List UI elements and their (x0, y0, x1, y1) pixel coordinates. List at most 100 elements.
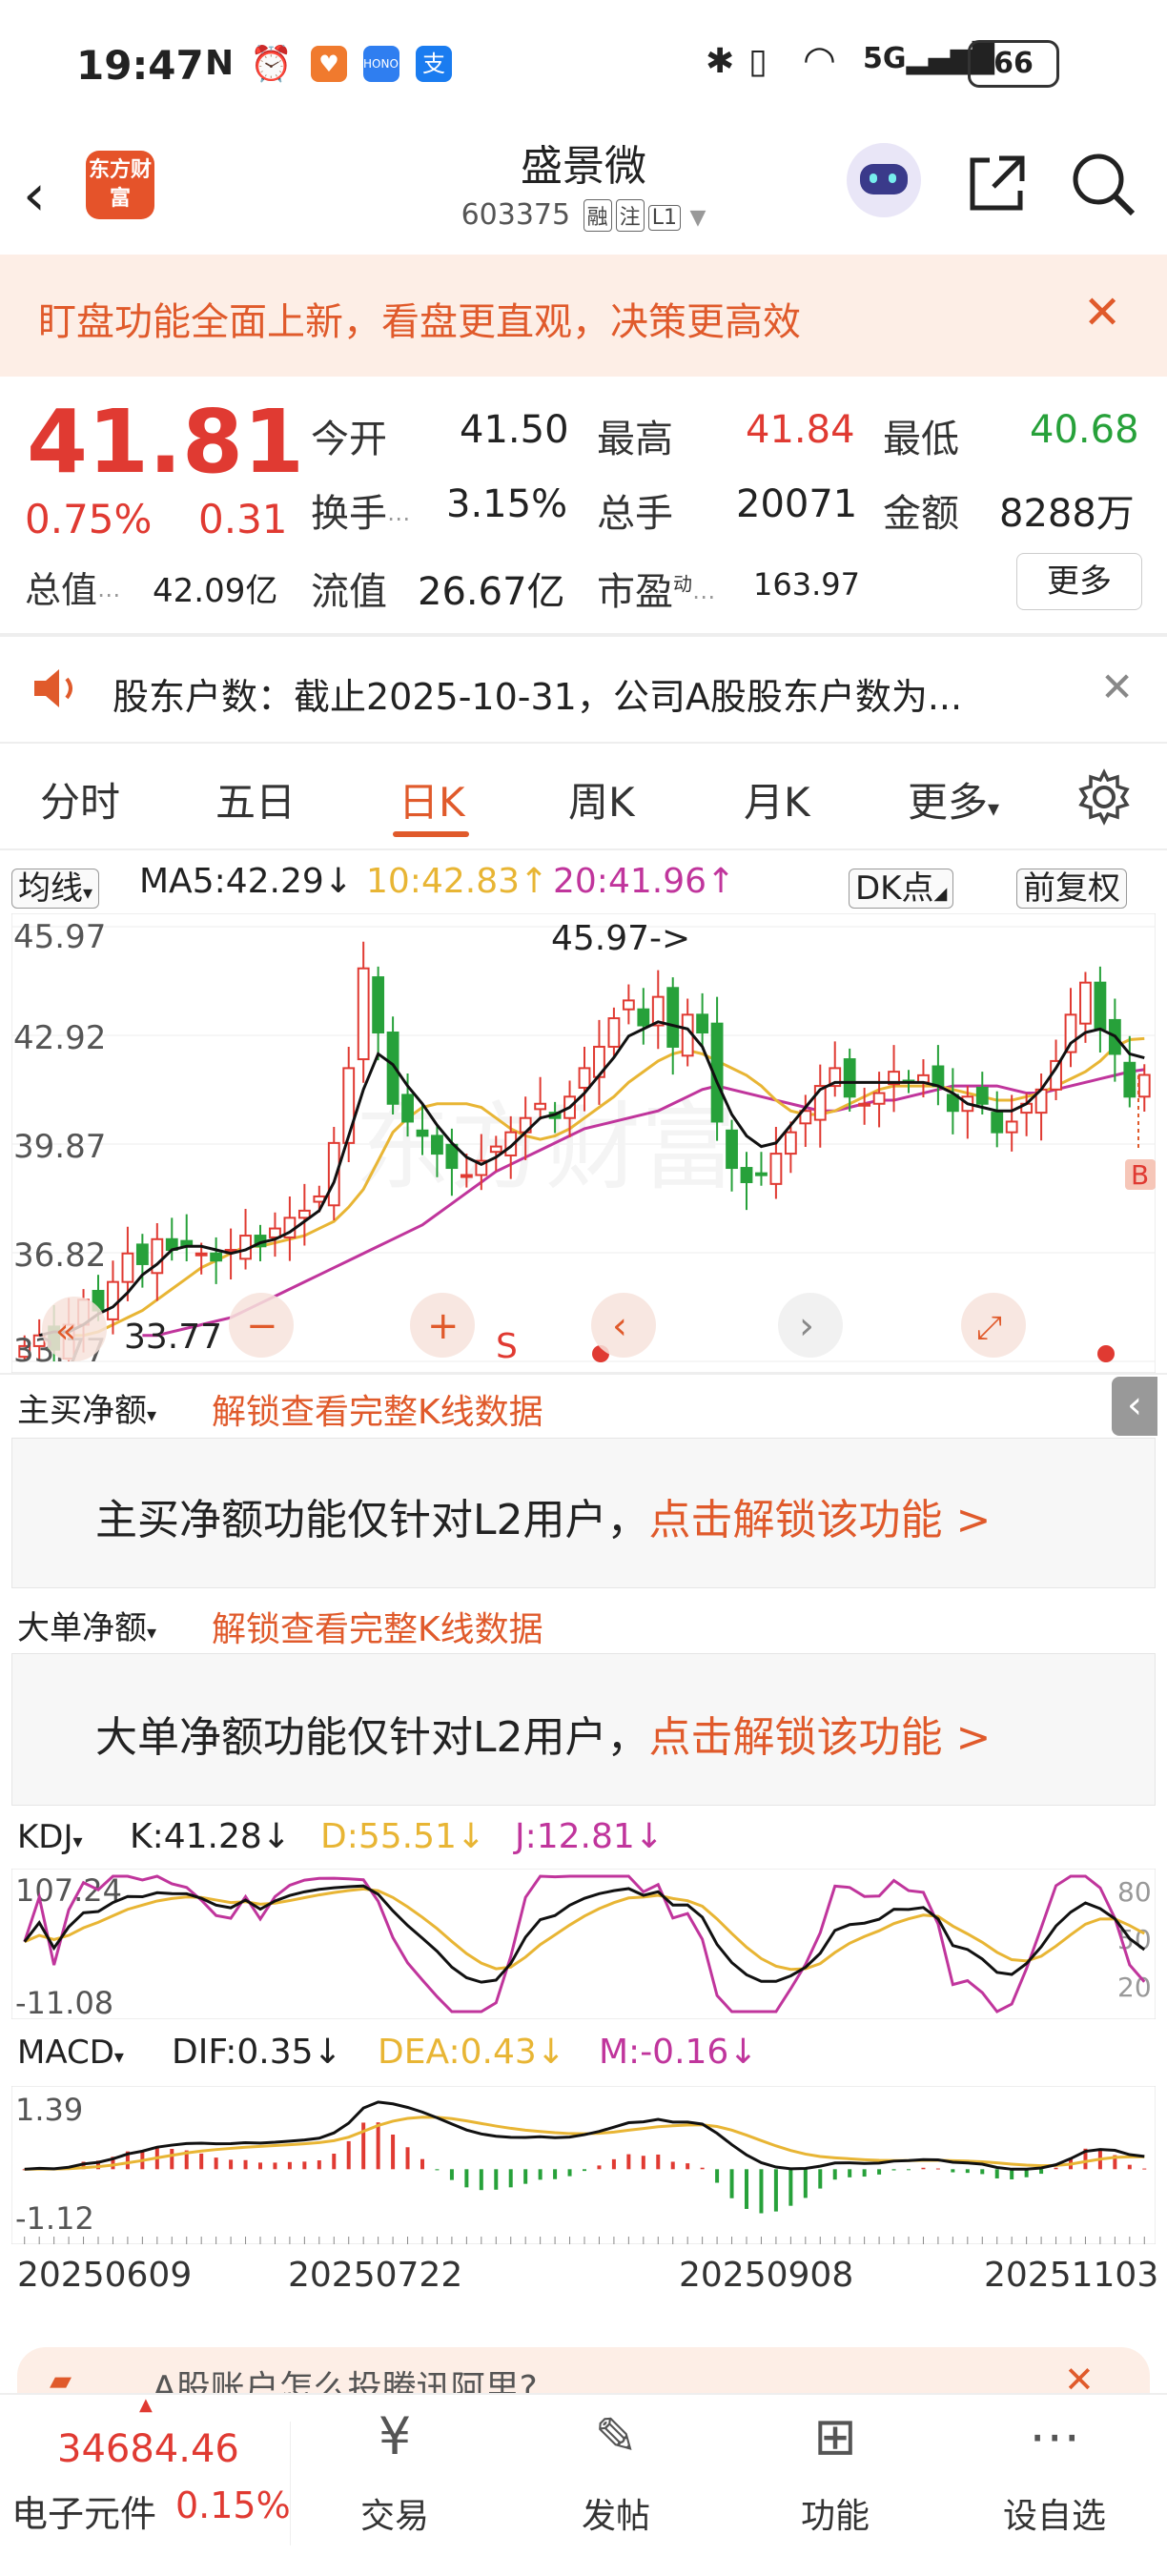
macd-top-label: 1.39 (15, 2092, 83, 2128)
volume-label: 总手 (597, 492, 673, 536)
dk-select[interactable]: DK点◢ (849, 862, 954, 909)
close-banner-icon[interactable]: ✕ (1083, 286, 1121, 339)
macd-bar (170, 2148, 174, 2170)
divider (0, 1373, 1167, 1375)
candle (135, 1243, 149, 1265)
high-value: 41.84 (746, 408, 855, 452)
macd-bar (538, 2169, 543, 2180)
search-icon[interactable] (1070, 151, 1138, 219)
macd-dea-value: DEA:0.43↓ (378, 2033, 565, 2072)
macd-bar (951, 2169, 955, 2173)
kline-chart[interactable]: 东方财富 45.9742.9239.8736.8233.77 45.97-> 3… (11, 913, 1156, 1373)
macd-bar (508, 2169, 513, 2188)
macd-bar (921, 2167, 926, 2170)
macd-bar (965, 2169, 970, 2174)
macd-bar (332, 2154, 337, 2170)
settings-gear-icon[interactable] (1075, 768, 1133, 826)
large-order-unlock-link[interactable]: 解锁查看完整K线数据 (212, 1602, 543, 1651)
macd-bar (243, 2159, 248, 2170)
close-notice-icon[interactable]: ✕ (1100, 664, 1134, 710)
large-order-unlock-button[interactable]: 点击解锁该功能 > (649, 1713, 992, 1762)
tab-more[interactable]: 更多▾ (908, 770, 999, 828)
nav-features[interactable]: 功能 (778, 2488, 892, 2538)
candle (991, 1112, 1004, 1134)
tab-five-day[interactable]: 五日 (215, 770, 296, 828)
side-panel-toggle[interactable]: ‹ (1112, 1377, 1157, 1436)
more-dots-icon[interactable]: ⋯ (1016, 2406, 1093, 2466)
pe-value: 163.97 (753, 566, 860, 603)
amount-value: 8288万 (999, 492, 1135, 536)
macd-bar (832, 2169, 837, 2180)
tab-daily-k[interactable]: 日K (399, 770, 465, 828)
notice-text: 股东户数：截止2025-10-31，公司A股股东户数为... (113, 676, 963, 718)
more-button[interactable]: 更多 (1016, 553, 1142, 610)
macd-bar (449, 2169, 454, 2180)
high-label: 最高 (597, 418, 673, 461)
tab-weekly-k[interactable]: 周K (568, 770, 635, 828)
macd-bar (420, 2158, 424, 2170)
candle (357, 967, 370, 1061)
candle (1094, 981, 1107, 1031)
macd-bar (583, 2169, 586, 2172)
main-buy-unlock-button[interactable]: 点击解锁该功能 > (649, 1496, 992, 1544)
candle (578, 1067, 591, 1089)
app-notify-icon: ♥ (311, 46, 347, 82)
macd-bar (803, 2169, 808, 2198)
macd-bar (494, 2169, 499, 2190)
macd-bar (994, 2169, 999, 2178)
nav-add-watchlist[interactable]: 设自选 (988, 2488, 1121, 2538)
candle (416, 1129, 429, 1137)
candle (121, 1252, 134, 1283)
macd-select[interactable]: MACD▾ (11, 2033, 130, 2072)
kdj-r3-label: 20 (1117, 1972, 1152, 2003)
macd-dif-value: DIF:0.35↓ (172, 2033, 342, 2072)
kdj-bottom-label: -11.08 (15, 1985, 113, 2019)
share-icon[interactable] (963, 151, 1030, 217)
divider (290, 2422, 291, 2545)
macd-bar (523, 2169, 528, 2184)
candle (1005, 1120, 1018, 1134)
macd-bar (729, 2169, 734, 2198)
nfc-icon: N (205, 44, 235, 83)
chevron-right-icon: › (799, 1304, 814, 1348)
banner-text: 盯盘功能全面上新，看盘更直观，决策更高效 (38, 300, 801, 344)
tab-intraday[interactable]: 分时 (40, 770, 120, 828)
large-order-select[interactable]: 大单净额▾ (11, 1602, 162, 1648)
kdj-top-label: 107.24 (15, 1872, 122, 1909)
macd-bar (980, 2169, 985, 2175)
candle (297, 1209, 311, 1219)
index-value[interactable]: 34684.46 (57, 2427, 239, 2471)
macd-bar (907, 2169, 911, 2171)
macd-bar (597, 2165, 602, 2170)
active-tab-indicator (393, 831, 469, 837)
macd-bar (479, 2169, 483, 2191)
candle (1079, 981, 1092, 1025)
candle (637, 1008, 650, 1027)
macd-bar (287, 2161, 292, 2170)
ma5-value: MA5:42.29↓ (139, 862, 353, 901)
tab-monthly-k[interactable]: 月K (744, 770, 810, 828)
turnover-label: 换手⋯ (311, 492, 410, 536)
macd-bar (1054, 2167, 1058, 2170)
nav-post[interactable]: 发帖 (559, 2488, 673, 2538)
macd-bar (567, 2169, 572, 2177)
candle (622, 999, 635, 1011)
assistant-robot-icon[interactable] (847, 143, 921, 217)
ma-select[interactable]: 均线▾ (11, 862, 100, 909)
index-name[interactable]: 电子元件 (11, 2484, 156, 2537)
kdj-chart[interactable]: 107.24 -11.08 80 50 20 (11, 1869, 1156, 2019)
adjust-select[interactable]: 前复权 (1016, 862, 1127, 909)
chevron-down-icon[interactable]: ▼ (690, 206, 706, 230)
kdj-select[interactable]: KDJ▾ (11, 1817, 89, 1856)
main-buy-select[interactable]: 主买净额▾ (11, 1384, 162, 1431)
macd-chart[interactable]: 1.39 -1.12 (11, 2086, 1156, 2244)
macd-bar (553, 2169, 558, 2179)
chevron-left-icon: ‹ (612, 1304, 627, 1348)
nav-trade[interactable]: 交易 (338, 2488, 452, 2538)
features-grid-icon[interactable]: ⊞ (797, 2406, 873, 2466)
post-edit-icon[interactable]: ✎ (578, 2406, 654, 2466)
trade-icon[interactable]: ¥ (357, 2406, 433, 2466)
main-buy-unlock-link[interactable]: 解锁查看完整K线数据 (212, 1384, 543, 1434)
macd-m-value: M:-0.16↓ (599, 2033, 758, 2072)
candle (755, 1172, 768, 1176)
